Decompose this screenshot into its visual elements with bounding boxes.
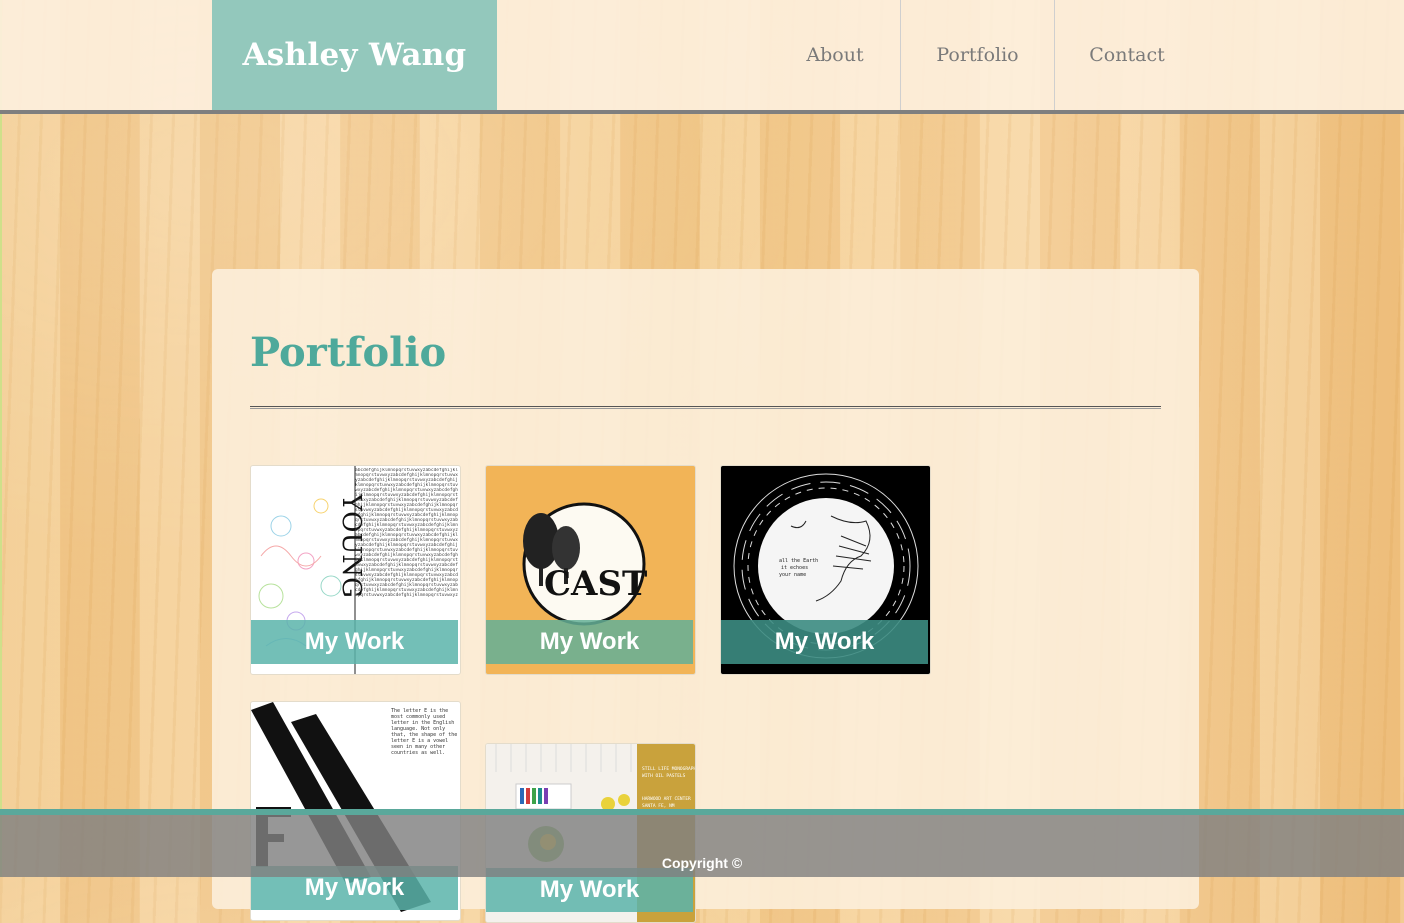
site-footer: Copyright © [0,809,1404,877]
portfolio-item-young[interactable]: YOUNG abcdefghijklmnopqrstuvwxyzabcdefgh… [250,465,461,675]
my-work-label: My Work [486,620,693,664]
page-title: Portfolio [250,329,447,376]
e-artwork-paragraph: The letter E is the most commonly used l… [391,708,458,756]
svg-text:it echoes: it echoes [781,565,808,571]
svg-text:your name: your name [779,572,806,578]
portfolio-item-earth[interactable]: all the Earth it echoes your name My Wor… [720,465,931,675]
svg-text:WITH OIL PASTELS: WITH OIL PASTELS [642,773,686,779]
svg-text:STILL LIFE MONOGRAPH: STILL LIFE MONOGRAPH [642,766,696,772]
svg-text:all the Earth: all the Earth [779,558,818,564]
nav-item-portfolio[interactable]: Portfolio [900,0,1054,110]
page-edge [0,0,2,877]
nav-item-contact[interactable]: Contact [1054,0,1199,110]
brand-name: Ashley Wang [242,37,467,73]
site-header: Ashley Wang About Portfolio Contact [0,0,1404,114]
brand-logo-link[interactable]: Ashley Wang [212,0,497,110]
nav-item-about[interactable]: About [770,0,900,110]
my-work-label: My Work [721,620,928,664]
title-divider [250,406,1161,409]
svg-text:HARWOOD ART CENTER: HARWOOD ART CENTER [642,796,691,802]
main-nav: About Portfolio Contact [770,0,1199,110]
my-work-label: My Work [251,620,458,664]
cast-artwork-text: CAST [544,564,648,604]
copyright-text: Copyright © [661,855,743,871]
portfolio-item-cast[interactable]: CAST My Work [485,465,696,675]
